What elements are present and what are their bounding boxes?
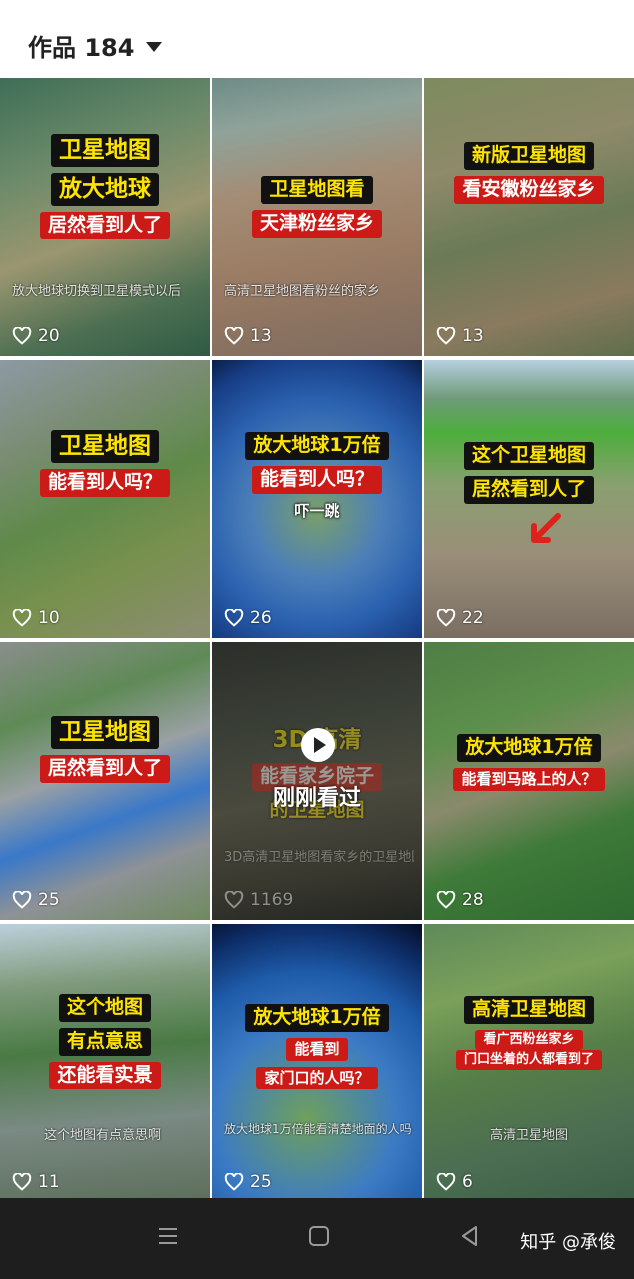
caption-line: 放大地球1万倍 xyxy=(457,734,601,762)
like-count: 28 xyxy=(436,890,484,910)
like-count: 25 xyxy=(224,1172,272,1192)
caption-line: 这个地图 xyxy=(58,994,151,1022)
caption-line: 新版卫星地图 xyxy=(463,142,594,170)
caption-line: 有点意思 xyxy=(58,1027,151,1056)
video-tile[interactable]: 卫星地图 能看到人吗？ 10 xyxy=(0,360,210,638)
like-count: 11 xyxy=(12,1172,60,1192)
heart-icon xyxy=(224,327,244,345)
heart-icon xyxy=(436,327,456,345)
like-count-value: 20 xyxy=(38,326,60,346)
menu-icon[interactable] xyxy=(156,1224,180,1248)
heart-icon xyxy=(224,891,244,909)
system-navigation-bar: 知乎 @承俊 xyxy=(0,1198,634,1279)
like-count-value: 13 xyxy=(462,326,484,346)
video-tile[interactable]: 放大地球1万倍 能看到马路上的人？ 28 xyxy=(424,642,634,920)
like-count: 6 xyxy=(436,1172,473,1192)
watermark: 知乎 @承俊 xyxy=(520,1232,616,1253)
caption-line: 放大地球1万倍 xyxy=(245,1004,389,1032)
heart-icon xyxy=(12,1173,32,1191)
like-count: 26 xyxy=(224,608,272,628)
caption-line: 居然看到人了 xyxy=(39,211,170,240)
heart-icon xyxy=(12,609,32,627)
caption-line: 家门口的人吗？ xyxy=(256,1066,378,1090)
video-tile[interactable]: 放大地球1万倍 能看到人吗？ 吓一跳 26 xyxy=(212,360,422,638)
video-tile[interactable]: 卫星地图 居然看到人了 25 xyxy=(0,642,210,920)
like-count: 13 xyxy=(224,326,272,346)
caption-line: 吓一跳 xyxy=(294,501,340,520)
like-count-value: 10 xyxy=(38,608,60,628)
play-icon xyxy=(313,737,326,753)
like-count: 20 xyxy=(12,326,60,346)
video-subtitle: 放大地球切换到卫星模式以后 xyxy=(12,284,182,299)
heart-icon xyxy=(436,891,456,909)
caption-line: 卫星地图 xyxy=(51,716,159,749)
video-tile[interactable]: 新版卫星地图 看安徽粉丝家乡 13 xyxy=(424,78,634,356)
caption-line: 居然看到人了 xyxy=(463,475,594,504)
video-subtitle: 3D高清卫星地图看家乡的卫星地图 xyxy=(224,850,414,865)
video-subtitle: 放大地球1万倍能看清楚地面的人吗 xyxy=(224,1122,412,1136)
like-count: 25 xyxy=(12,890,60,910)
header: 作品 184 xyxy=(0,0,634,78)
caption-line: 看广西粉丝家乡 xyxy=(475,1029,583,1050)
like-count-value: 13 xyxy=(250,326,272,346)
heart-icon xyxy=(436,1173,456,1191)
like-count-value: 11 xyxy=(38,1172,60,1192)
heart-icon xyxy=(224,609,244,627)
video-tile[interactable]: 这个卫星地图 居然看到人了 22 xyxy=(424,360,634,638)
heart-icon xyxy=(12,891,32,909)
heart-icon xyxy=(12,327,32,345)
caption-line: 这个卫星地图 xyxy=(463,442,594,470)
video-subtitle: 这个地图有点意思啊 xyxy=(44,1128,162,1143)
like-count: 13 xyxy=(436,326,484,346)
video-tile[interactable]: 卫星地图看 天津粉丝家乡 高清卫星地图看粉丝的家乡 13 xyxy=(212,78,422,356)
video-grid: 卫星地图 放大地球 居然看到人了 放大地球切换到卫星模式以后 20 卫星地图看 … xyxy=(0,78,634,1202)
like-count-value: 22 xyxy=(462,608,484,628)
play-button[interactable] xyxy=(301,728,335,762)
caption-line: 看安徽粉丝家乡 xyxy=(454,175,604,204)
video-tile[interactable]: 放大地球1万倍 能看到 家门口的人吗？ 放大地球1万倍能看清楚地面的人吗 25 xyxy=(212,924,422,1202)
caption-line: 放大地球 xyxy=(51,172,159,206)
like-count-value: 6 xyxy=(462,1172,473,1192)
arrow-icon xyxy=(531,513,561,543)
like-count: 1169 xyxy=(224,890,293,910)
video-tile[interactable]: 这个地图 有点意思 还能看实景 这个地图有点意思啊 11 xyxy=(0,924,210,1202)
heart-icon xyxy=(436,609,456,627)
video-subtitle: 高清卫星地图看粉丝的家乡 xyxy=(224,284,381,299)
works-count-label: 作品 184 xyxy=(28,34,135,62)
heart-icon xyxy=(224,1173,244,1191)
video-tile[interactable]: 高清卫星地图 看广西粉丝家乡 门口坐着的人都看到了 高清卫星地图 6 xyxy=(424,924,634,1202)
back-icon[interactable] xyxy=(458,1224,482,1248)
like-count-value: 1169 xyxy=(250,890,294,910)
caption-line: 天津粉丝家乡 xyxy=(251,209,382,238)
like-count-value: 26 xyxy=(250,608,272,628)
like-count-value: 25 xyxy=(250,1172,272,1192)
home-icon[interactable] xyxy=(307,1224,331,1248)
works-count-dropdown[interactable]: 作品 184 xyxy=(28,28,163,63)
caption-line: 门口坐着的人都看到了 xyxy=(455,1050,602,1071)
caption-line: 高清卫星地图 xyxy=(463,996,594,1024)
like-count: 10 xyxy=(12,608,60,628)
like-count-value: 28 xyxy=(462,890,484,910)
video-tile[interactable]: 3D 高清 能看家乡院子 的卫星地图 3D高清卫星地图看家乡的卫星地图 刚刚看过… xyxy=(212,642,422,920)
caption-line: 卫星地图 xyxy=(51,134,159,167)
video-subtitle: 高清卫星地图 xyxy=(490,1128,569,1143)
video-tile[interactable]: 卫星地图 放大地球 居然看到人了 放大地球切换到卫星模式以后 20 xyxy=(0,78,210,356)
caret-down-icon xyxy=(146,41,163,52)
caption-line: 卫星地图看 xyxy=(261,176,373,204)
like-count-value: 25 xyxy=(38,890,60,910)
caption-line: 还能看实景 xyxy=(49,1061,161,1090)
caption-line: 能看到马路上的人？ xyxy=(453,767,605,791)
caption-line: 居然看到人了 xyxy=(39,754,170,783)
caption-line: 能看到人吗？ xyxy=(39,468,170,497)
caption-line: 能看到人吗？ xyxy=(251,465,382,494)
caption-line: 能看到 xyxy=(286,1037,348,1061)
like-count: 22 xyxy=(436,608,484,628)
caption-line: 卫星地图 xyxy=(51,430,159,463)
recently-watched-label: 刚刚看过 xyxy=(272,786,361,811)
caption-line: 放大地球1万倍 xyxy=(245,432,389,460)
